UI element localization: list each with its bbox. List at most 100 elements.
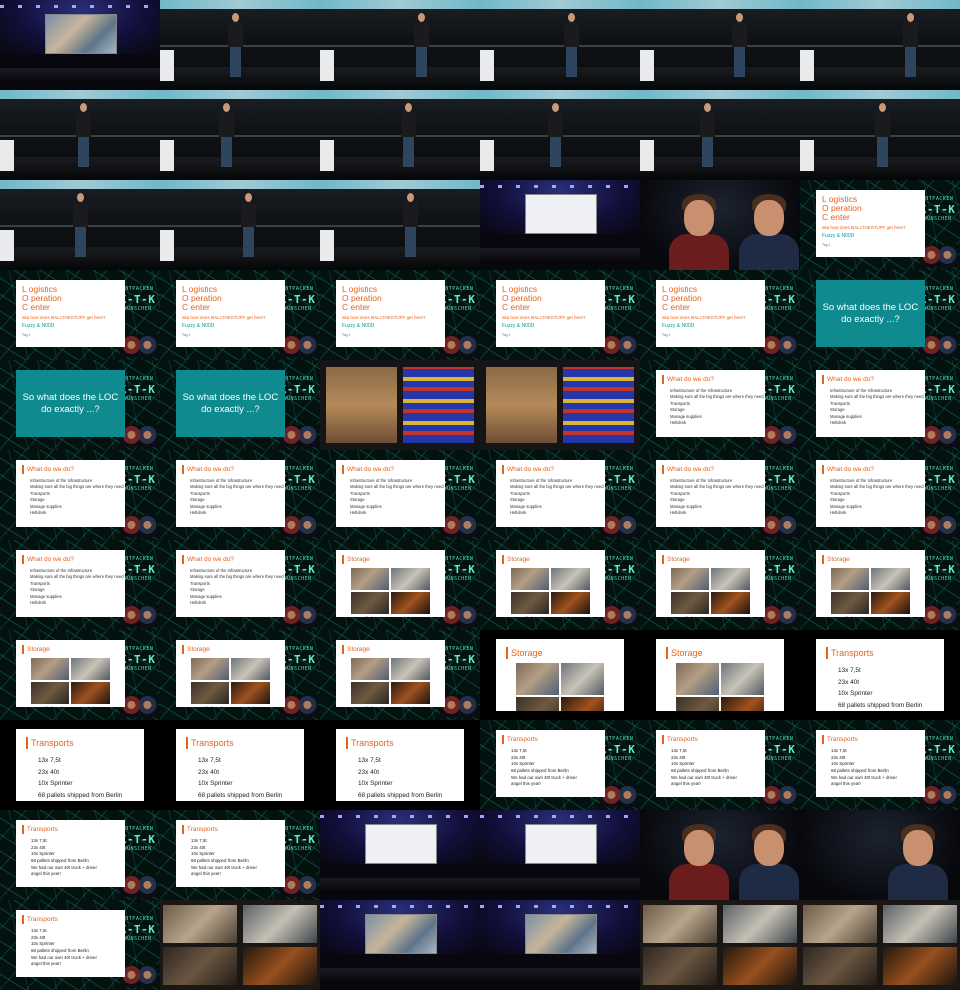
video-frame <box>0 0 160 90</box>
video-frame <box>480 0 640 90</box>
storage-photo <box>720 697 765 711</box>
slide-header: Transports <box>186 737 294 749</box>
slide-title: Storage <box>667 555 690 563</box>
loc-slide: L ogistics O peration C enter aka how does … <box>656 279 765 348</box>
slide-bullet: Making sure all the big things are where… <box>510 484 605 490</box>
video-frame: ENTPACKEN K-T-K WÜNSCHEN L ogistics O perati… <box>160 270 320 360</box>
speaker-jeans <box>243 227 254 258</box>
speaker-jeans <box>403 137 414 168</box>
event-logo-line1: ENTPACKEN <box>761 736 794 743</box>
slide-header: What do we do? <box>502 464 599 474</box>
title-accent-bar <box>662 464 664 474</box>
storage-photo <box>711 591 751 614</box>
event-logo-line1: ENTPACKEN <box>921 196 954 203</box>
speaker-closeup <box>668 818 729 900</box>
slide-header: What do we do? <box>822 464 919 474</box>
slide-bullet: 23x 40t <box>38 768 59 776</box>
slide-bullets: Infrastructure of the Infrastructure Maki… <box>822 388 925 426</box>
speaker-head <box>552 103 560 113</box>
slide-bullet: 13x 7,5t <box>671 747 687 753</box>
stage-floor <box>480 66 640 90</box>
speaker-inset <box>760 605 798 627</box>
slide-header: Transports <box>502 734 599 744</box>
slide-authors: Fuzzy & N00D <box>822 233 855 240</box>
photo-caption: Berlin <box>526 616 535 618</box>
slide-title: Transports <box>31 738 74 748</box>
speaker-shirt <box>401 112 416 138</box>
title-accent-bar <box>666 647 668 659</box>
lectern <box>320 140 334 171</box>
speaker-head <box>736 13 744 23</box>
slide-subtitle: aka how does BALLTHESTUFF get here? <box>22 314 106 320</box>
title-accent-bar <box>22 644 24 654</box>
storage-slide: StorageBerlinLeipzig <box>336 639 445 708</box>
photo-caption: Berlin <box>366 706 375 708</box>
video-frame: Transports 13x 7,5t 23x 40t 10x Sprinter 68 … <box>800 630 960 720</box>
slide-bullet: 68 pallets shipped from Berlin <box>358 791 443 799</box>
warehouse-photo <box>163 946 237 985</box>
slide-title-line: C enter <box>342 301 370 312</box>
lectern <box>640 140 654 171</box>
slide-bullet: Making sure all the big things are where… <box>190 574 285 580</box>
slide-header: What do we do? <box>182 554 279 564</box>
slide-title: Transports <box>827 735 858 743</box>
slide-bullet: 10x Sprinter <box>831 761 855 767</box>
slide-bullets: Infrastructure of the Infrastructure Maki… <box>182 478 285 516</box>
whatdo-slide: What do we do? Infrastructure of the Infr… <box>816 369 925 438</box>
speaker <box>731 13 748 79</box>
slide-bullet: 23x 40t <box>838 678 859 686</box>
photo-caption: Berlin <box>46 706 55 708</box>
event-logo-line3: WÜNSCHEN <box>123 666 152 673</box>
video-frame: ENTPACKEN K-T-K WÜNSCHEN L ogistics O perati… <box>0 270 160 360</box>
speaker-inset <box>440 515 478 537</box>
video-frame <box>320 180 480 270</box>
lectern <box>160 50 174 81</box>
title-accent-bar <box>182 464 184 474</box>
event-logo-line1: ENTPACKEN <box>921 376 954 383</box>
event-logo-line1: ENTPACKEN <box>121 286 154 293</box>
projection-edge <box>640 0 800 9</box>
speaker <box>563 13 580 79</box>
slide-header: Transports <box>662 734 759 744</box>
speaker <box>75 103 92 169</box>
event-logo-line1: ENTPACKEN <box>281 376 314 383</box>
projection-screen <box>524 194 598 235</box>
title-accent-bar <box>822 734 824 744</box>
projection-screen <box>364 824 438 865</box>
speaker-jeans <box>230 47 242 78</box>
storage-slide: StorageBerlinLeipzig <box>496 639 624 711</box>
photo-caption: Leipzig <box>404 616 415 618</box>
slide-header: Storage <box>506 647 614 659</box>
event-logo-line3: WÜNSCHEN <box>603 576 632 583</box>
stage-railing <box>320 225 480 227</box>
slide-question: So what does the LOC do exactly ...? <box>22 391 119 415</box>
title-accent-bar <box>22 914 24 924</box>
slide-bullets: Infrastructure of the Infrastructure Maki… <box>182 568 285 606</box>
photo-caption: Berlin <box>846 616 855 618</box>
video-frame <box>320 900 480 990</box>
event-logo-line3: WÜNSCHEN <box>763 486 792 493</box>
event-logo-line1: ENTPACKEN <box>281 286 314 293</box>
cardboard-boxes <box>326 367 397 443</box>
slide-title: What do we do? <box>827 465 874 473</box>
transports-slide: Transports 13x 7,5t 23x 40t 10x Sprinter 68 … <box>176 729 304 801</box>
storage-photos <box>350 567 431 614</box>
speaker-shirt <box>218 112 234 138</box>
speaker-inset <box>920 605 958 627</box>
storage-photos <box>350 657 431 704</box>
speaker-inset <box>280 875 318 897</box>
speaker-shirt <box>739 864 800 900</box>
photo-caption: Berlin <box>366 616 375 618</box>
event-logo-line3: WÜNSCHEN <box>443 306 472 313</box>
speaker-face <box>683 200 714 236</box>
title-accent-bar <box>506 647 508 659</box>
event-logo-line3: WÜNSCHEN <box>923 396 952 403</box>
video-frame <box>800 0 960 90</box>
speaker <box>240 193 256 259</box>
slide-title: Storage <box>671 648 703 658</box>
slide-bullet: We had our own 40t truck + driver angel … <box>671 775 737 787</box>
photo-captions: Berlin Leipzig <box>831 616 910 618</box>
slide-bullet: Helldesk <box>30 509 47 515</box>
speaker-shirt <box>413 22 429 48</box>
warehouse-photo <box>803 905 877 944</box>
